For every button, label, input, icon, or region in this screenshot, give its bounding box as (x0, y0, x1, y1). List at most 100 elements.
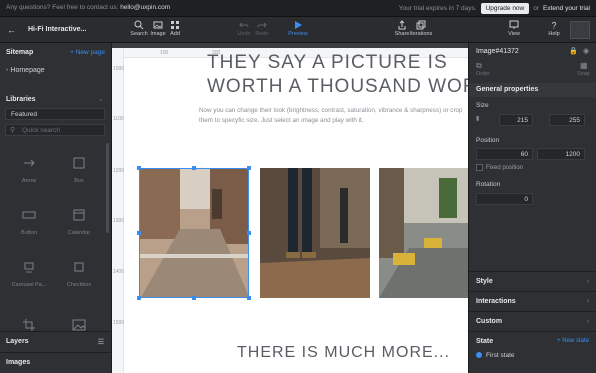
resize-handle[interactable] (247, 166, 251, 170)
component-label: Arrow (21, 178, 37, 184)
back-arrow-icon[interactable]: ← (7, 25, 16, 35)
help-icon: ? (552, 21, 557, 31)
contact-email-link[interactable]: hello@uxpin.com (120, 4, 170, 11)
visibility-eye-icon[interactable]: ◉ (583, 47, 589, 55)
people-walking-photo[interactable] (260, 168, 370, 298)
street-photo-selected[interactable] (139, 168, 249, 298)
checkbox-icon (74, 262, 84, 272)
undo-icon (239, 22, 249, 28)
redo-label: Redo (255, 31, 269, 37)
custom-title: Custom (476, 318, 503, 325)
upgrade-button[interactable]: Upgrade now (480, 3, 530, 14)
quick-search-input[interactable]: ⚲ Quick search (5, 124, 105, 136)
interactions-title: Interactions (476, 298, 516, 305)
library-component-button[interactable]: Button (6, 195, 52, 239)
state-radio-selected[interactable] (476, 352, 482, 358)
trial-expires-text: Your trial expires in 7 days. (398, 5, 477, 12)
library-component-box[interactable]: Box (56, 143, 102, 187)
height-field[interactable]: 255 (549, 114, 585, 126)
x-position-field[interactable]: 60 (476, 148, 533, 160)
resize-handle[interactable] (247, 296, 251, 300)
ruler-tick: 1400 (113, 269, 125, 275)
layers-options-icon[interactable]: ☰ (98, 338, 104, 346)
more-heading[interactable]: THERE IS MUCH MORE... (237, 344, 450, 362)
search-icon (134, 20, 144, 30)
general-properties-header[interactable]: General properties (469, 83, 596, 97)
library-select[interactable]: Featured (5, 108, 105, 120)
resize-handle[interactable] (192, 296, 196, 300)
state-section[interactable]: State + New state (469, 331, 596, 351)
width-field[interactable]: 215 (499, 114, 533, 126)
street-photo-image (140, 169, 248, 297)
city-street-image (379, 168, 468, 298)
rotation-field[interactable]: 0 (476, 193, 533, 205)
order-icon[interactable]: ⧉ (476, 61, 482, 71)
monitor-icon (509, 20, 519, 29)
chevron-down-icon[interactable]: ⌄ (98, 95, 104, 103)
snap-icon[interactable]: ▦ (580, 61, 588, 70)
library-selected-value: Featured (11, 111, 38, 118)
size-label: Size (476, 102, 489, 109)
svg-text:?: ? (552, 21, 557, 31)
fixed-position-checkbox[interactable] (476, 164, 483, 171)
chevron-right-icon: › (586, 278, 589, 285)
city-street-photo[interactable] (379, 168, 468, 298)
first-state-label[interactable]: First state (486, 352, 515, 359)
headline-line-1[interactable]: THEY SAY A PICTURE IS (207, 52, 468, 74)
link-ratio-icon[interactable]: ▮ (476, 115, 479, 122)
resize-handle[interactable] (247, 231, 251, 235)
y-position-field[interactable]: 1200 (537, 148, 585, 160)
library-component-carousel-pa[interactable]: Carousel Pa... (6, 247, 52, 291)
preview-button[interactable]: Preview (286, 20, 310, 42)
help-button[interactable]: ? Help (542, 20, 566, 42)
lock-icon[interactable]: 🔒 (569, 47, 578, 55)
custom-section[interactable]: Custom › (469, 311, 596, 331)
library-component-checkbox[interactable]: Checkbox (56, 247, 102, 291)
headline-line-2[interactable]: WORTH A THOUSAND WOR (207, 76, 468, 98)
properties-panel: Image#41372 🔒 ◉ ⧉ Order ▦ Snap General p… (468, 43, 596, 373)
resize-handle[interactable] (137, 166, 141, 170)
intro-paragraph[interactable]: Now you can change their look (brightnes… (199, 106, 468, 126)
arrow-icon (24, 159, 35, 167)
sidebar-item-homepage[interactable]: • Homepage (6, 67, 45, 74)
ruler-tick: 100 (160, 50, 169, 56)
add-button[interactable]: Add (163, 20, 187, 42)
trial-info: Your trial expires in 7 days. Upgrade no… (399, 3, 590, 14)
iterations-button[interactable]: Iterations (409, 20, 433, 42)
style-section[interactable]: Style › (469, 271, 596, 291)
share-icon (398, 20, 406, 30)
canvas-page[interactable]: 100 200 1000 1100 1200 1300 1400 1500 TH… (112, 48, 468, 373)
images-section[interactable]: Images (0, 352, 112, 372)
help-label: Help (548, 31, 560, 37)
interactions-section[interactable]: Interactions › (469, 291, 596, 311)
state-title: State (476, 338, 494, 345)
quick-search-placeholder: Quick search (22, 127, 60, 134)
library-component-calendar[interactable]: Calendar (56, 195, 102, 239)
project-title[interactable]: Hi-Fi Interactive... (28, 26, 86, 33)
extend-trial-link[interactable]: Extend your trial (543, 5, 590, 12)
iterations-label: Iterations (409, 31, 433, 37)
new-page-button[interactable]: + New page (70, 49, 105, 56)
resize-handle[interactable] (137, 231, 141, 235)
library-component-arrow[interactable]: Arrow (6, 143, 52, 187)
layers-section[interactable]: Layers ☰ (0, 331, 112, 351)
left-sidebar: Sitemap + New page • Homepage Libraries … (0, 43, 112, 373)
snap-label: Snap (577, 71, 590, 77)
new-state-button[interactable]: + New state (557, 338, 589, 344)
ruler-tick: 1100 (113, 116, 124, 122)
chevron-right-icon: › (586, 298, 589, 305)
sidebar-scrollbar[interactable] (106, 143, 109, 233)
canvas-area[interactable]: 100 200 1000 1100 1200 1300 1400 1500 TH… (112, 43, 468, 373)
resize-handle[interactable] (192, 166, 196, 170)
style-title: Style (476, 278, 493, 285)
ruler-tick: 1300 (113, 218, 125, 224)
bullet-icon: • (6, 67, 9, 74)
redo-button[interactable]: Redo (250, 20, 274, 42)
view-button[interactable]: View (502, 20, 526, 42)
avatar[interactable] (570, 21, 590, 39)
images-title: Images (6, 359, 31, 366)
play-icon (295, 21, 302, 29)
resize-handle[interactable] (137, 296, 141, 300)
view-label: View (508, 31, 520, 37)
preview-label: Preview (288, 31, 308, 37)
